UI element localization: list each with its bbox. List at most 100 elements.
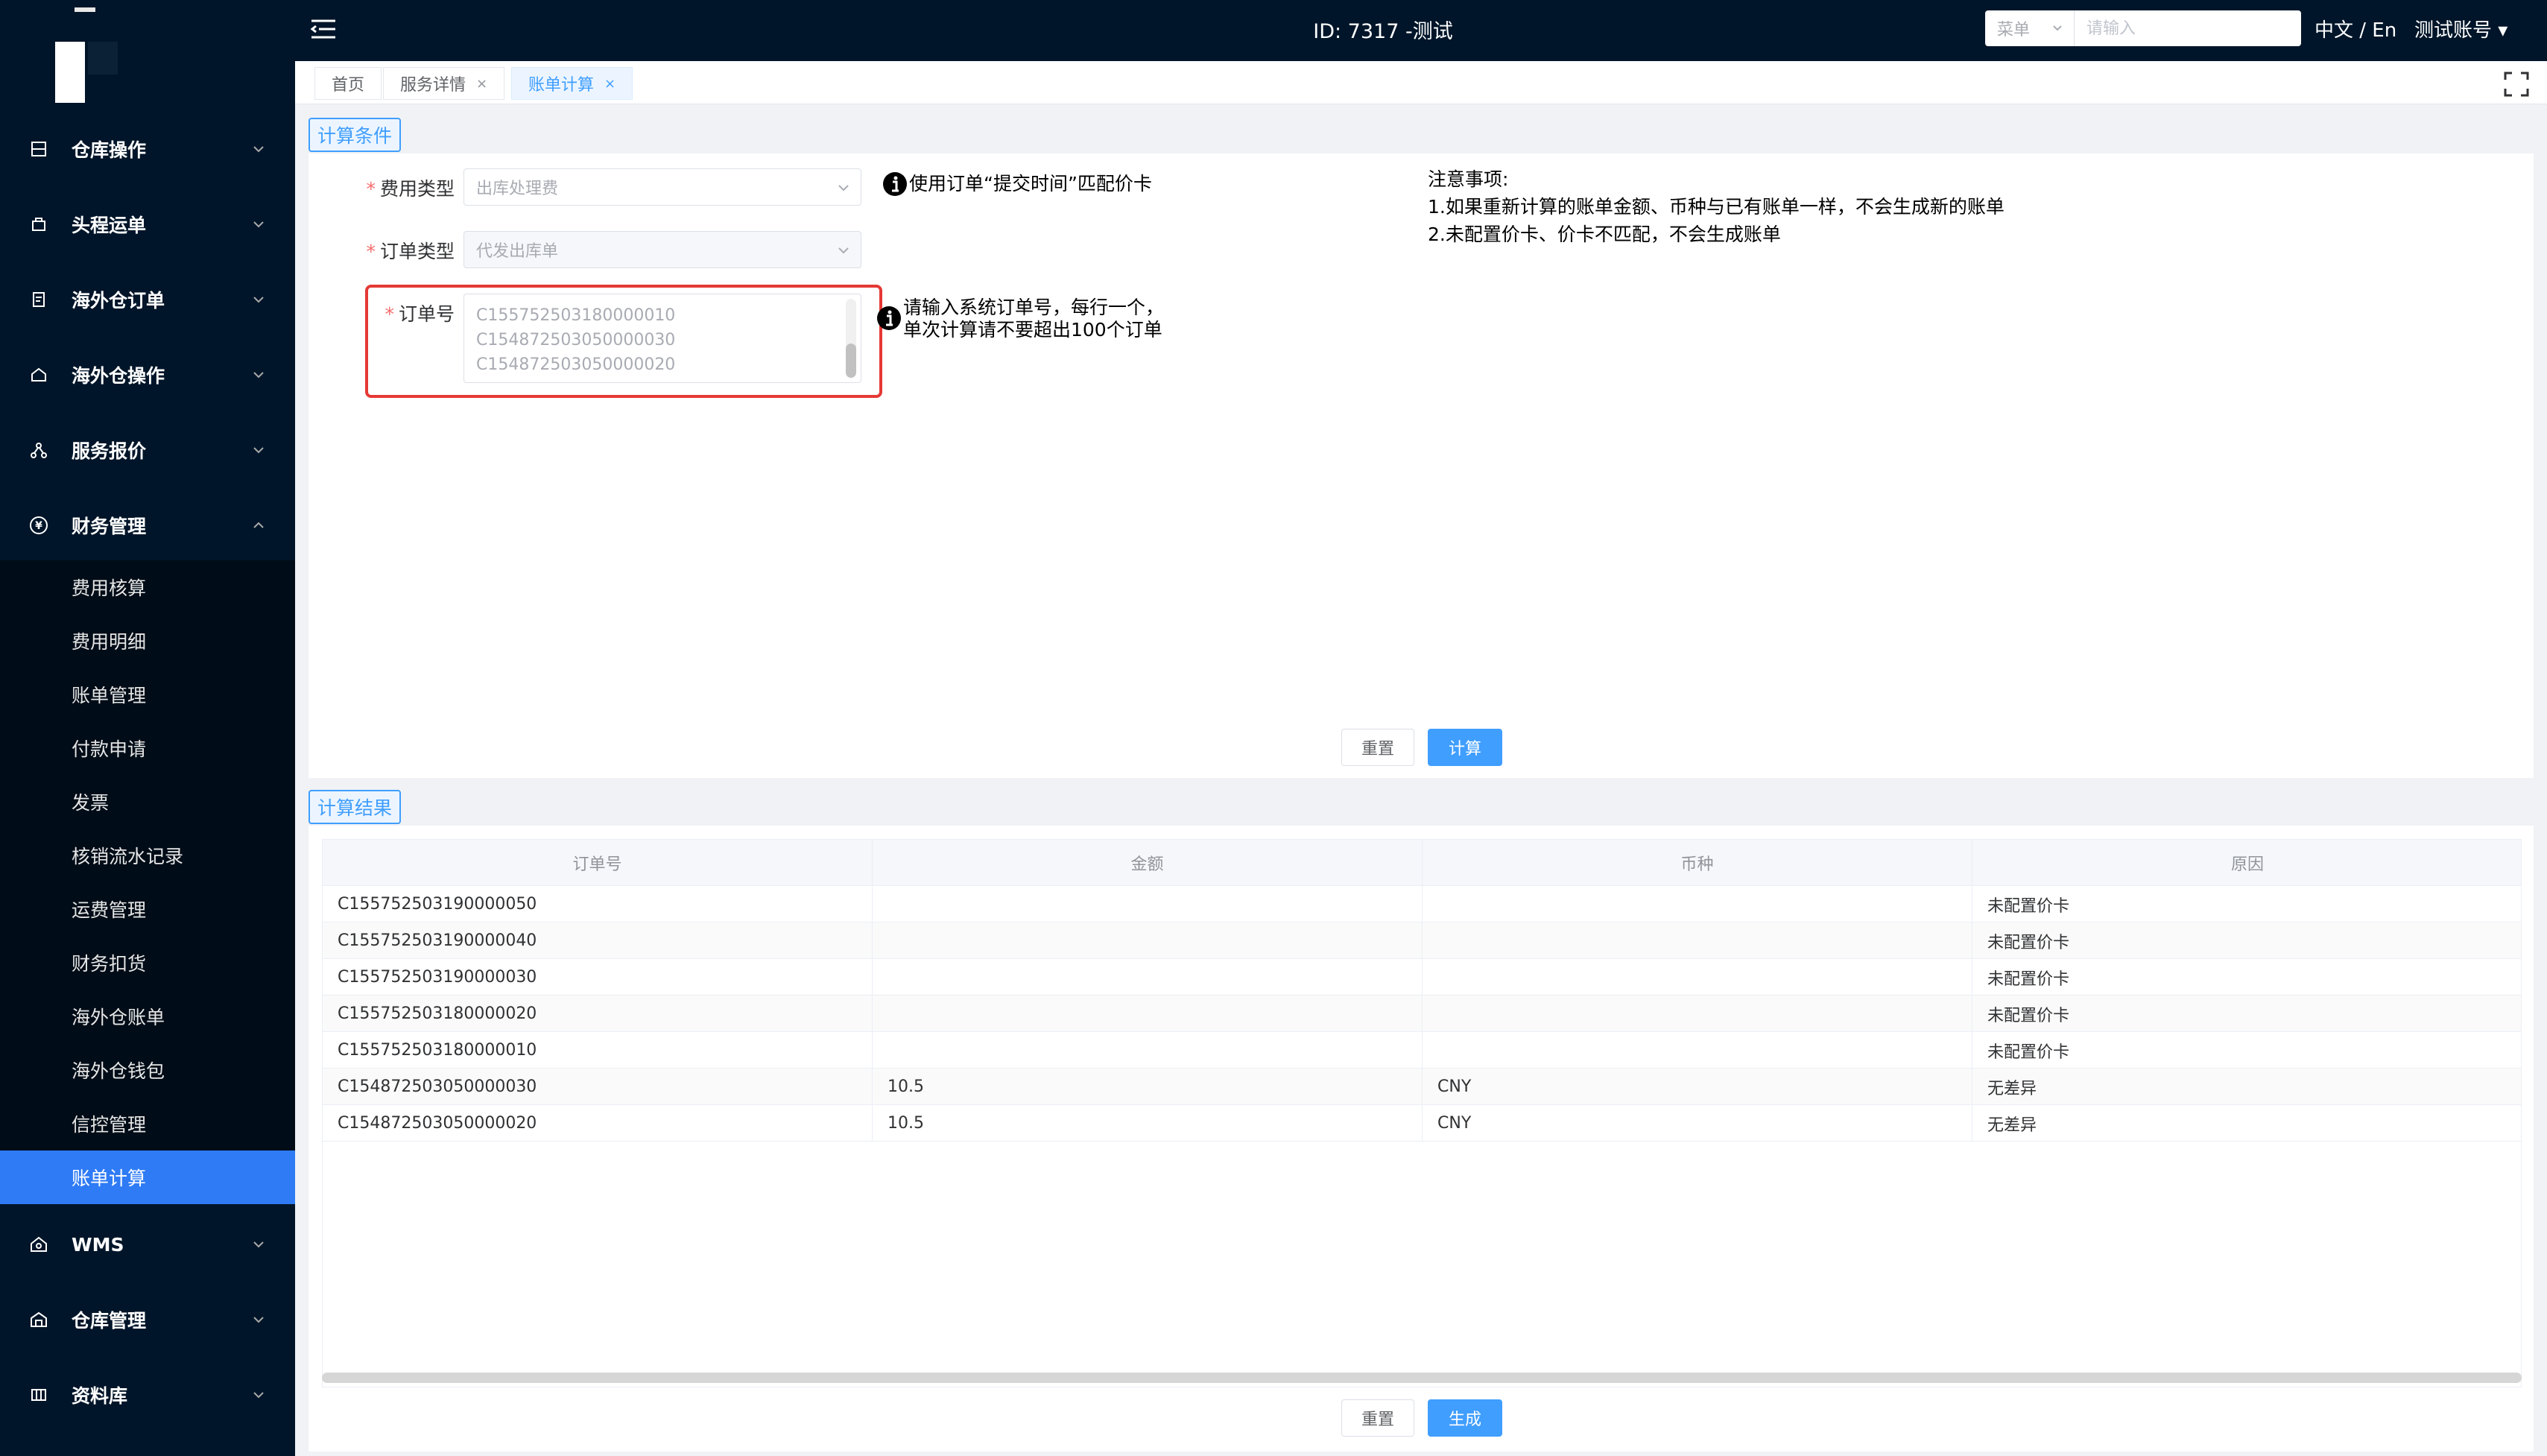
finance-submenu: 费用核算 费用明细 账单管理 付款申请 发票 核销流水记录 运费管理 财务扣货 … (0, 560, 295, 1204)
cell-currency: CNY (1423, 1069, 1972, 1105)
tab-bill-calc[interactable]: 账单计算 × (511, 67, 633, 100)
svg-text:¥: ¥ (35, 520, 42, 532)
cell-reason: 无差异 (1987, 1115, 2037, 1135)
column-header: 币种 (1423, 840, 1972, 886)
submenu-item-active[interactable]: 账单计算 (0, 1150, 295, 1204)
tab-label: 服务详情 (400, 76, 466, 95)
cell-currency: CNY (1423, 1105, 1972, 1142)
results-tag: 计算结果 (309, 790, 402, 824)
close-icon[interactable]: × (476, 76, 487, 92)
cell-amount: 10.5 (873, 1069, 1423, 1105)
menu-first-leg[interactable]: 头程运单 (0, 187, 295, 262)
submenu-item[interactable]: 海外仓钱包 (0, 1043, 295, 1097)
cell-currency (1423, 922, 1972, 959)
submenu-item[interactable]: 费用核算 (0, 560, 295, 614)
table-row[interactable]: C155752503180000020 未配置价卡 (323, 996, 2521, 1032)
chevron-down-icon (253, 1241, 264, 1248)
fullscreen-icon[interactable] (2504, 72, 2529, 97)
tab-service-detail[interactable]: 服务详情 × (383, 67, 505, 100)
cell-order-no: C155752503190000050 (323, 886, 873, 922)
cell-order-no: C154872503050000020 (323, 1105, 873, 1142)
search-type-select[interactable]: 菜单 (1985, 10, 2075, 46)
chevron-down-icon (253, 372, 264, 379)
table-row[interactable]: C155752503180000010 未配置价卡 (323, 1032, 2521, 1069)
submenu-item[interactable]: 账单管理 (0, 668, 295, 721)
hint-match: 使用订单“提交时间”匹配价卡 (909, 173, 1152, 194)
account-menu[interactable]: 测试账号 ▾ (2414, 15, 2508, 42)
table-horizontal-scrollbar[interactable] (322, 1373, 2522, 1383)
chevron-down-icon (253, 146, 264, 153)
reset-button[interactable]: 重置 (1341, 729, 1414, 766)
submenu-item[interactable]: 运费管理 (0, 882, 295, 936)
logo (55, 3, 121, 103)
calculate-button[interactable]: 计算 (1428, 729, 1502, 766)
menu-warehouse-ops[interactable]: 仓库操作 (0, 112, 295, 186)
close-icon[interactable]: × (604, 76, 616, 92)
results-table: 订单号 金额 币种 原因 C155752503190000050 未配置价卡 C… (322, 839, 2522, 1387)
cell-order-no: C155752503190000040 (323, 922, 873, 959)
hint-input-line-1: 请输入系统订单号，每行一个， (903, 297, 1165, 318)
tabs-bar: 首页 服务详情 × 账单计算 × (295, 61, 2547, 104)
submenu-item[interactable]: 发票 (0, 775, 295, 829)
chevron-down-icon (253, 447, 264, 454)
menu-label: 服务报价 (72, 440, 147, 462)
menu-label: 资料库 (72, 1385, 128, 1407)
column-header: 订单号 (323, 840, 873, 886)
hint-input: 请输入系统订单号，每行一个， 单次计算请不要超出100个订单 (903, 297, 1164, 341)
menu-warehouse-manage[interactable]: 仓库管理 (0, 1282, 295, 1357)
fee-type-select[interactable]: 出库处理费 (463, 168, 861, 206)
reset-results-button[interactable]: 重置 (1341, 1399, 1414, 1437)
table-row[interactable]: C155752503190000050 未配置价卡 (323, 886, 2521, 922)
menu-label: 海外仓操作 (72, 365, 165, 387)
submenu-item[interactable]: 付款申请 (0, 721, 295, 775)
quote-icon (28, 440, 49, 460)
table-row[interactable]: C155752503190000040 未配置价卡 (323, 922, 2521, 959)
notes: 注意事项: 1.如果重新计算的账单金额、币种与已有账单一样，不会生成新的账单 2… (1428, 165, 2005, 248)
cell-order-no: C155752503180000010 (323, 1032, 873, 1069)
table-row[interactable]: C155752503190000030 未配置价卡 (323, 959, 2521, 996)
menu-label: 仓库操作 (72, 139, 147, 161)
menu-overseas-order[interactable]: 海外仓订单 (0, 262, 295, 337)
submenu-item[interactable]: 信控管理 (0, 1097, 295, 1150)
submenu-item[interactable]: 海外仓账单 (0, 990, 295, 1043)
cell-amount (873, 1032, 1423, 1069)
menu-label: 财务管理 (72, 516, 147, 537)
menu-library[interactable]: 资料库 (0, 1358, 295, 1432)
tab-home[interactable]: 首页 (314, 67, 382, 100)
fee-type-value: 出库处理费 (476, 180, 559, 198)
menu-wms[interactable]: WMS (0, 1207, 295, 1282)
chevron-up-icon (253, 522, 264, 528)
submenu-item[interactable]: 核销流水记录 (0, 829, 295, 882)
cell-reason: 无差异 (1987, 1079, 2037, 1098)
chevron-down-icon (253, 297, 264, 303)
order-type-value: 代发出库单 (476, 242, 559, 261)
cell-reason: 未配置价卡 (1987, 896, 2070, 916)
submenu-item[interactable]: 费用明细 (0, 614, 295, 668)
menu-label: 仓库管理 (72, 1310, 147, 1332)
notes-line-2: 2.未配置价卡、价卡不匹配，不会生成账单 (1428, 224, 1781, 245)
wms-icon (28, 1234, 49, 1255)
cell-currency (1423, 886, 1972, 922)
search-input[interactable] (2075, 10, 2301, 46)
table-row[interactable]: C154872503050000030 10.5 CNY 无差异 (323, 1069, 2521, 1105)
highlight-frame (365, 285, 882, 398)
language-switch[interactable]: 中文 / En (2315, 15, 2396, 42)
submenu-item[interactable]: 财务扣货 (0, 936, 295, 990)
generate-button[interactable]: 生成 (1428, 1399, 1502, 1437)
order-type-select[interactable]: 代发出库单 (463, 231, 861, 268)
conditions-tag: 计算条件 (309, 118, 402, 152)
chevron-down-icon (253, 1317, 264, 1323)
header-search: 菜单 (1985, 10, 2301, 46)
cell-order-no: C155752503180000020 (323, 996, 873, 1032)
menu-service-quote[interactable]: 服务报价 (0, 413, 295, 487)
cell-currency (1423, 1032, 1972, 1069)
table-row[interactable]: C154872503050000020 10.5 CNY 无差异 (323, 1105, 2521, 1142)
cell-order-no: C154872503050000030 (323, 1069, 873, 1105)
warehouse-manage-icon (28, 1309, 49, 1330)
cell-currency (1423, 959, 1972, 996)
overseas-icon (28, 364, 49, 385)
finance-icon: ¥ (28, 515, 49, 536)
menu-finance[interactable]: ¥ 财务管理 (0, 488, 295, 563)
cell-amount: 10.5 (873, 1105, 1423, 1142)
menu-overseas-ops[interactable]: 海外仓操作 (0, 338, 295, 412)
